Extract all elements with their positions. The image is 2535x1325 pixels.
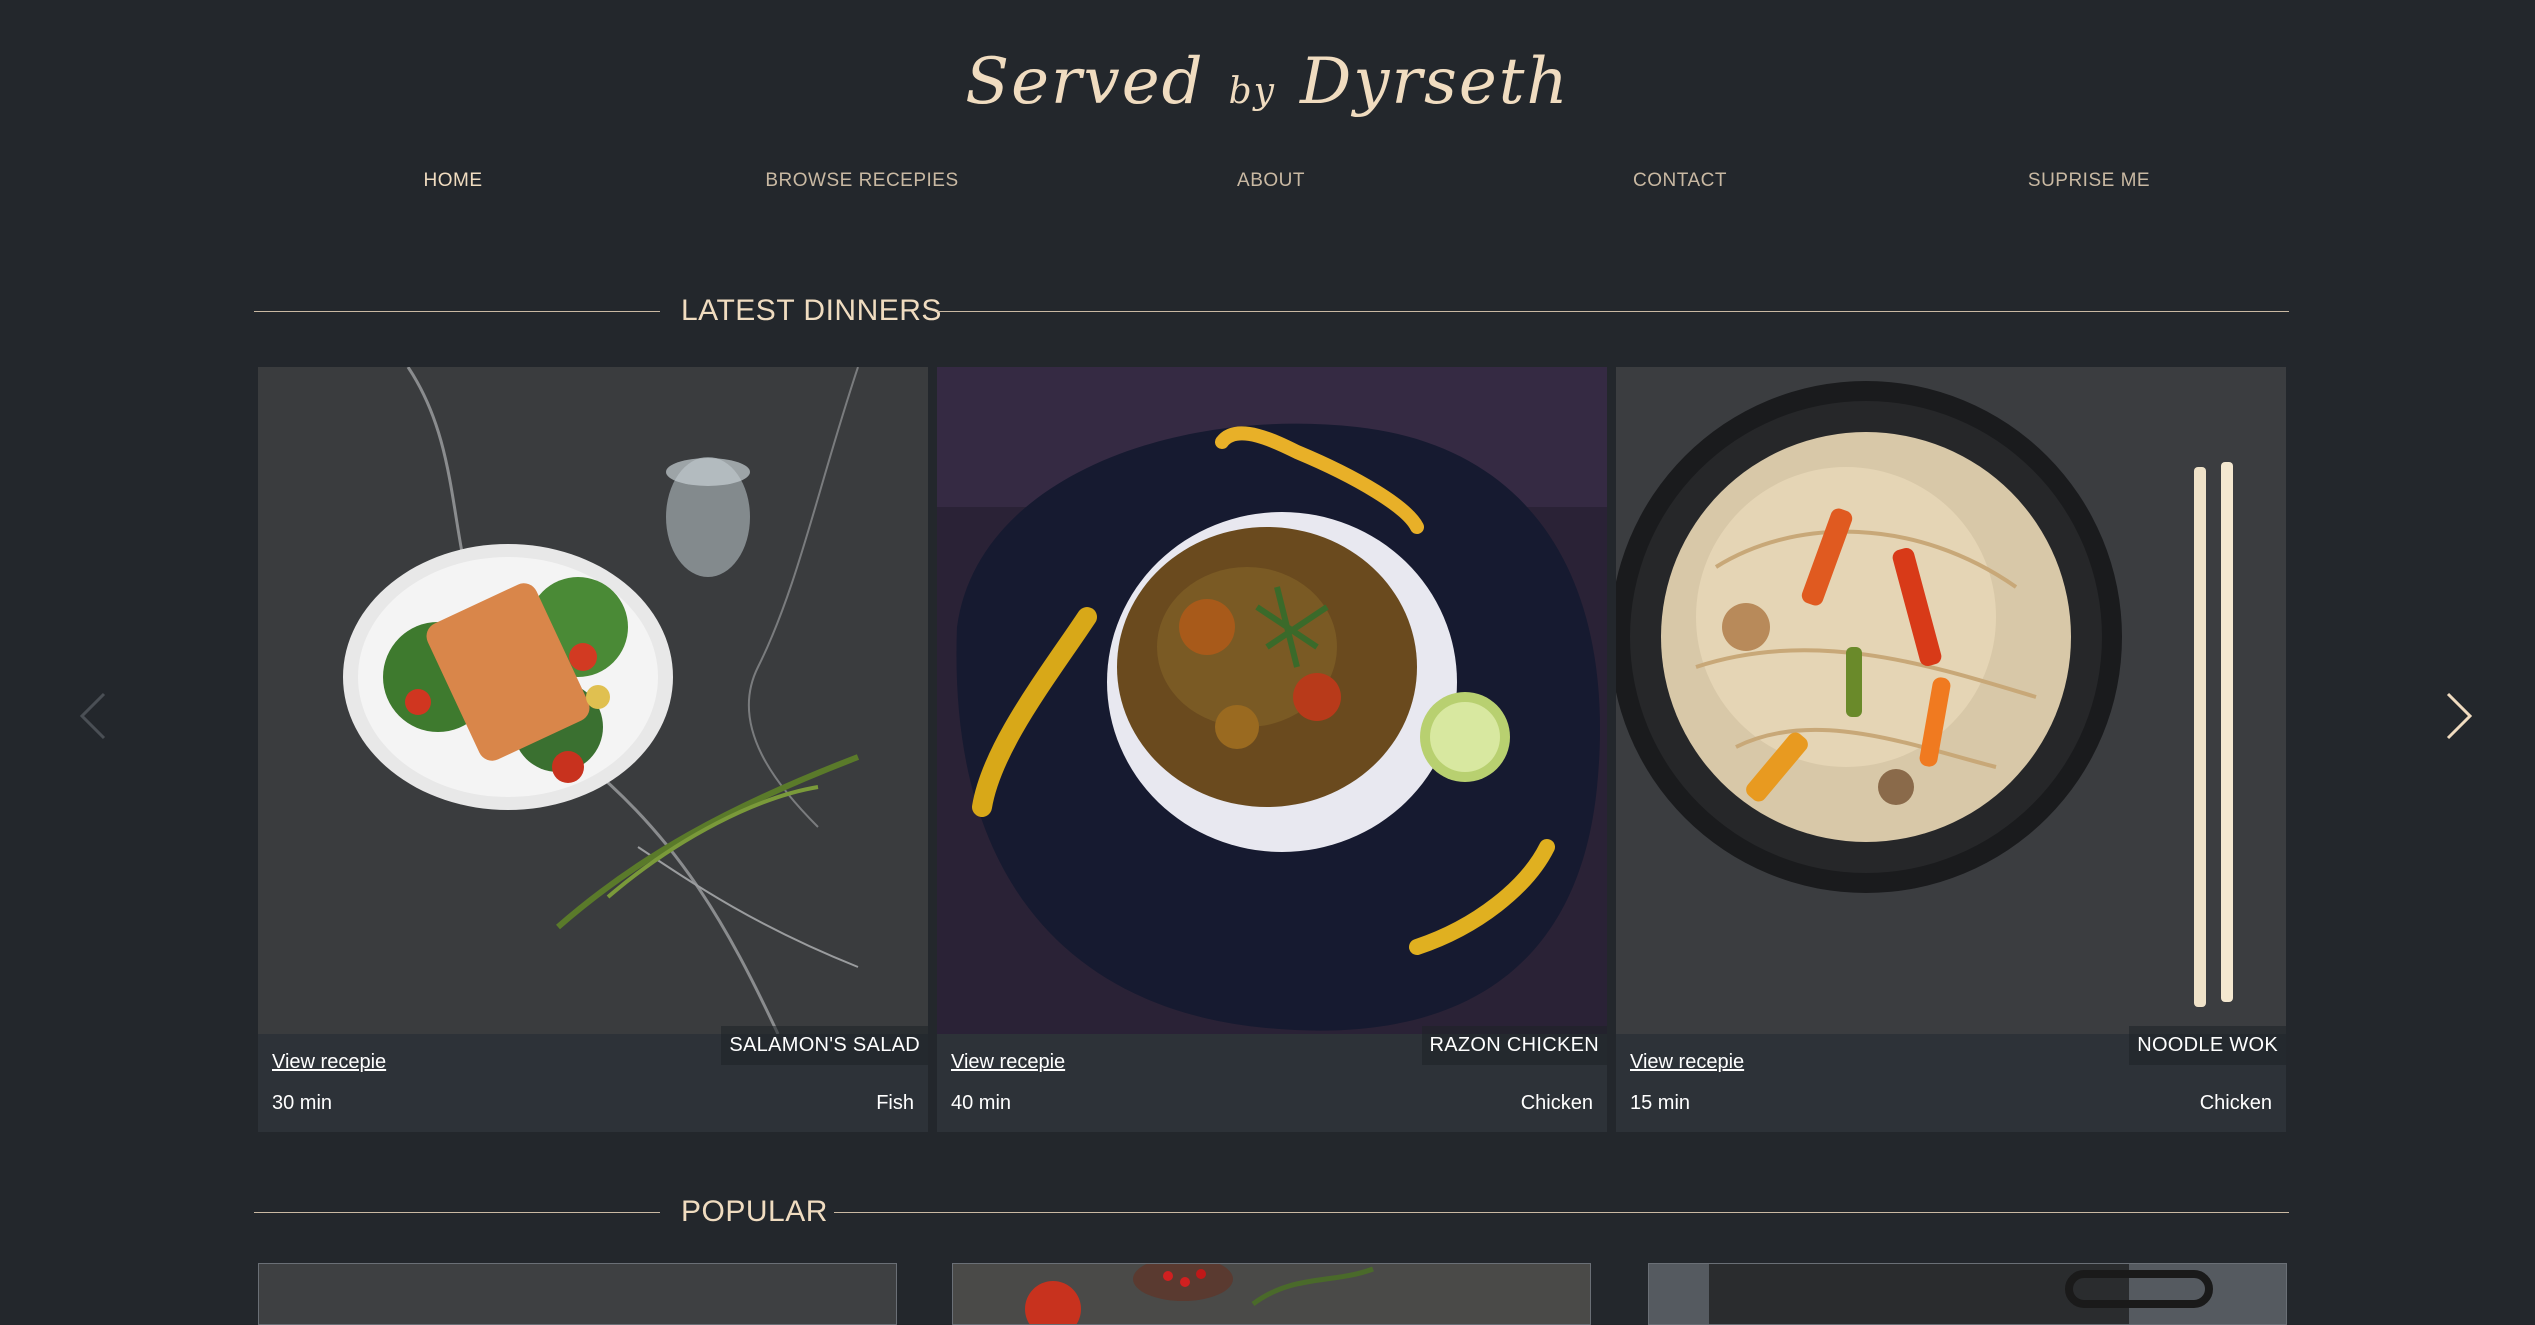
popular-recipe-card[interactable] bbox=[952, 1263, 1591, 1325]
recipe-name: NOODLE WOK bbox=[2129, 1026, 2286, 1065]
logo-main: Served bbox=[965, 45, 1205, 119]
recipe-category: Fish bbox=[876, 1092, 914, 1114]
recipe-image-noodle-wok[interactable] bbox=[1616, 367, 2286, 1034]
recipe-card[interactable]: NOODLE WOK View recepie 15 min Chicken bbox=[1616, 367, 2286, 1132]
view-recipe-link[interactable]: View recepie bbox=[272, 1051, 386, 1074]
recipe-card[interactable]: RAZON CHICKEN View recepie 40 min Chicke… bbox=[937, 367, 1607, 1132]
popular-heading: POPULAR bbox=[254, 1187, 2289, 1237]
recipe-category: Chicken bbox=[1520, 1092, 1593, 1114]
heading-divider-left bbox=[254, 311, 660, 312]
site-logo[interactable]: Served by Dyrseth bbox=[0, 45, 2535, 119]
logo-name: Dyrseth bbox=[1299, 45, 1570, 119]
carousel-prev-arrow-icon[interactable] bbox=[74, 688, 114, 744]
nav-home[interactable]: HOME bbox=[424, 170, 483, 192]
recipe-image-salmon-salad[interactable] bbox=[258, 367, 928, 1034]
main-nav: HOME BROWSE RECEPIES ABOUT CONTACT SUPRI… bbox=[0, 170, 2535, 210]
heading-divider-right bbox=[834, 1212, 2289, 1213]
recipe-time: 30 min bbox=[272, 1092, 333, 1114]
recipe-name: RAZON CHICKEN bbox=[1421, 1026, 1607, 1065]
recipe-image-razon-chicken[interactable] bbox=[937, 367, 1607, 1034]
view-recipe-link[interactable]: View recepie bbox=[951, 1051, 1065, 1074]
logo-by: by bbox=[1228, 71, 1276, 112]
section-title: LATEST DINNERS bbox=[681, 294, 942, 327]
nav-browse-recipes[interactable]: BROWSE RECEPIES bbox=[765, 170, 958, 192]
popular-recipe-card[interactable] bbox=[1648, 1263, 2287, 1325]
recipe-time: 40 min bbox=[951, 1092, 1012, 1114]
section-title: POPULAR bbox=[681, 1195, 828, 1228]
recipe-name: SALAMON'S SALAD bbox=[721, 1026, 928, 1065]
carousel-next-arrow-icon[interactable] bbox=[2438, 688, 2478, 744]
latest-dinners-heading: LATEST DINNERS bbox=[254, 286, 2289, 336]
heading-divider-left bbox=[254, 1212, 660, 1213]
popular-recipe-card[interactable] bbox=[258, 1263, 897, 1325]
recipe-time: 15 min bbox=[1630, 1092, 1691, 1114]
nav-contact[interactable]: CONTACT bbox=[1633, 170, 1727, 192]
view-recipe-link[interactable]: View recepie bbox=[1630, 1051, 1744, 1074]
nav-about[interactable]: ABOUT bbox=[1237, 170, 1305, 192]
heading-divider-right bbox=[937, 311, 2289, 312]
recipe-category: Chicken bbox=[2199, 1092, 2272, 1114]
recipe-card[interactable]: SALAMON'S SALAD View recepie 30 min Fish bbox=[258, 367, 928, 1132]
nav-surprise-me[interactable]: SUPRISE ME bbox=[2028, 170, 2150, 192]
